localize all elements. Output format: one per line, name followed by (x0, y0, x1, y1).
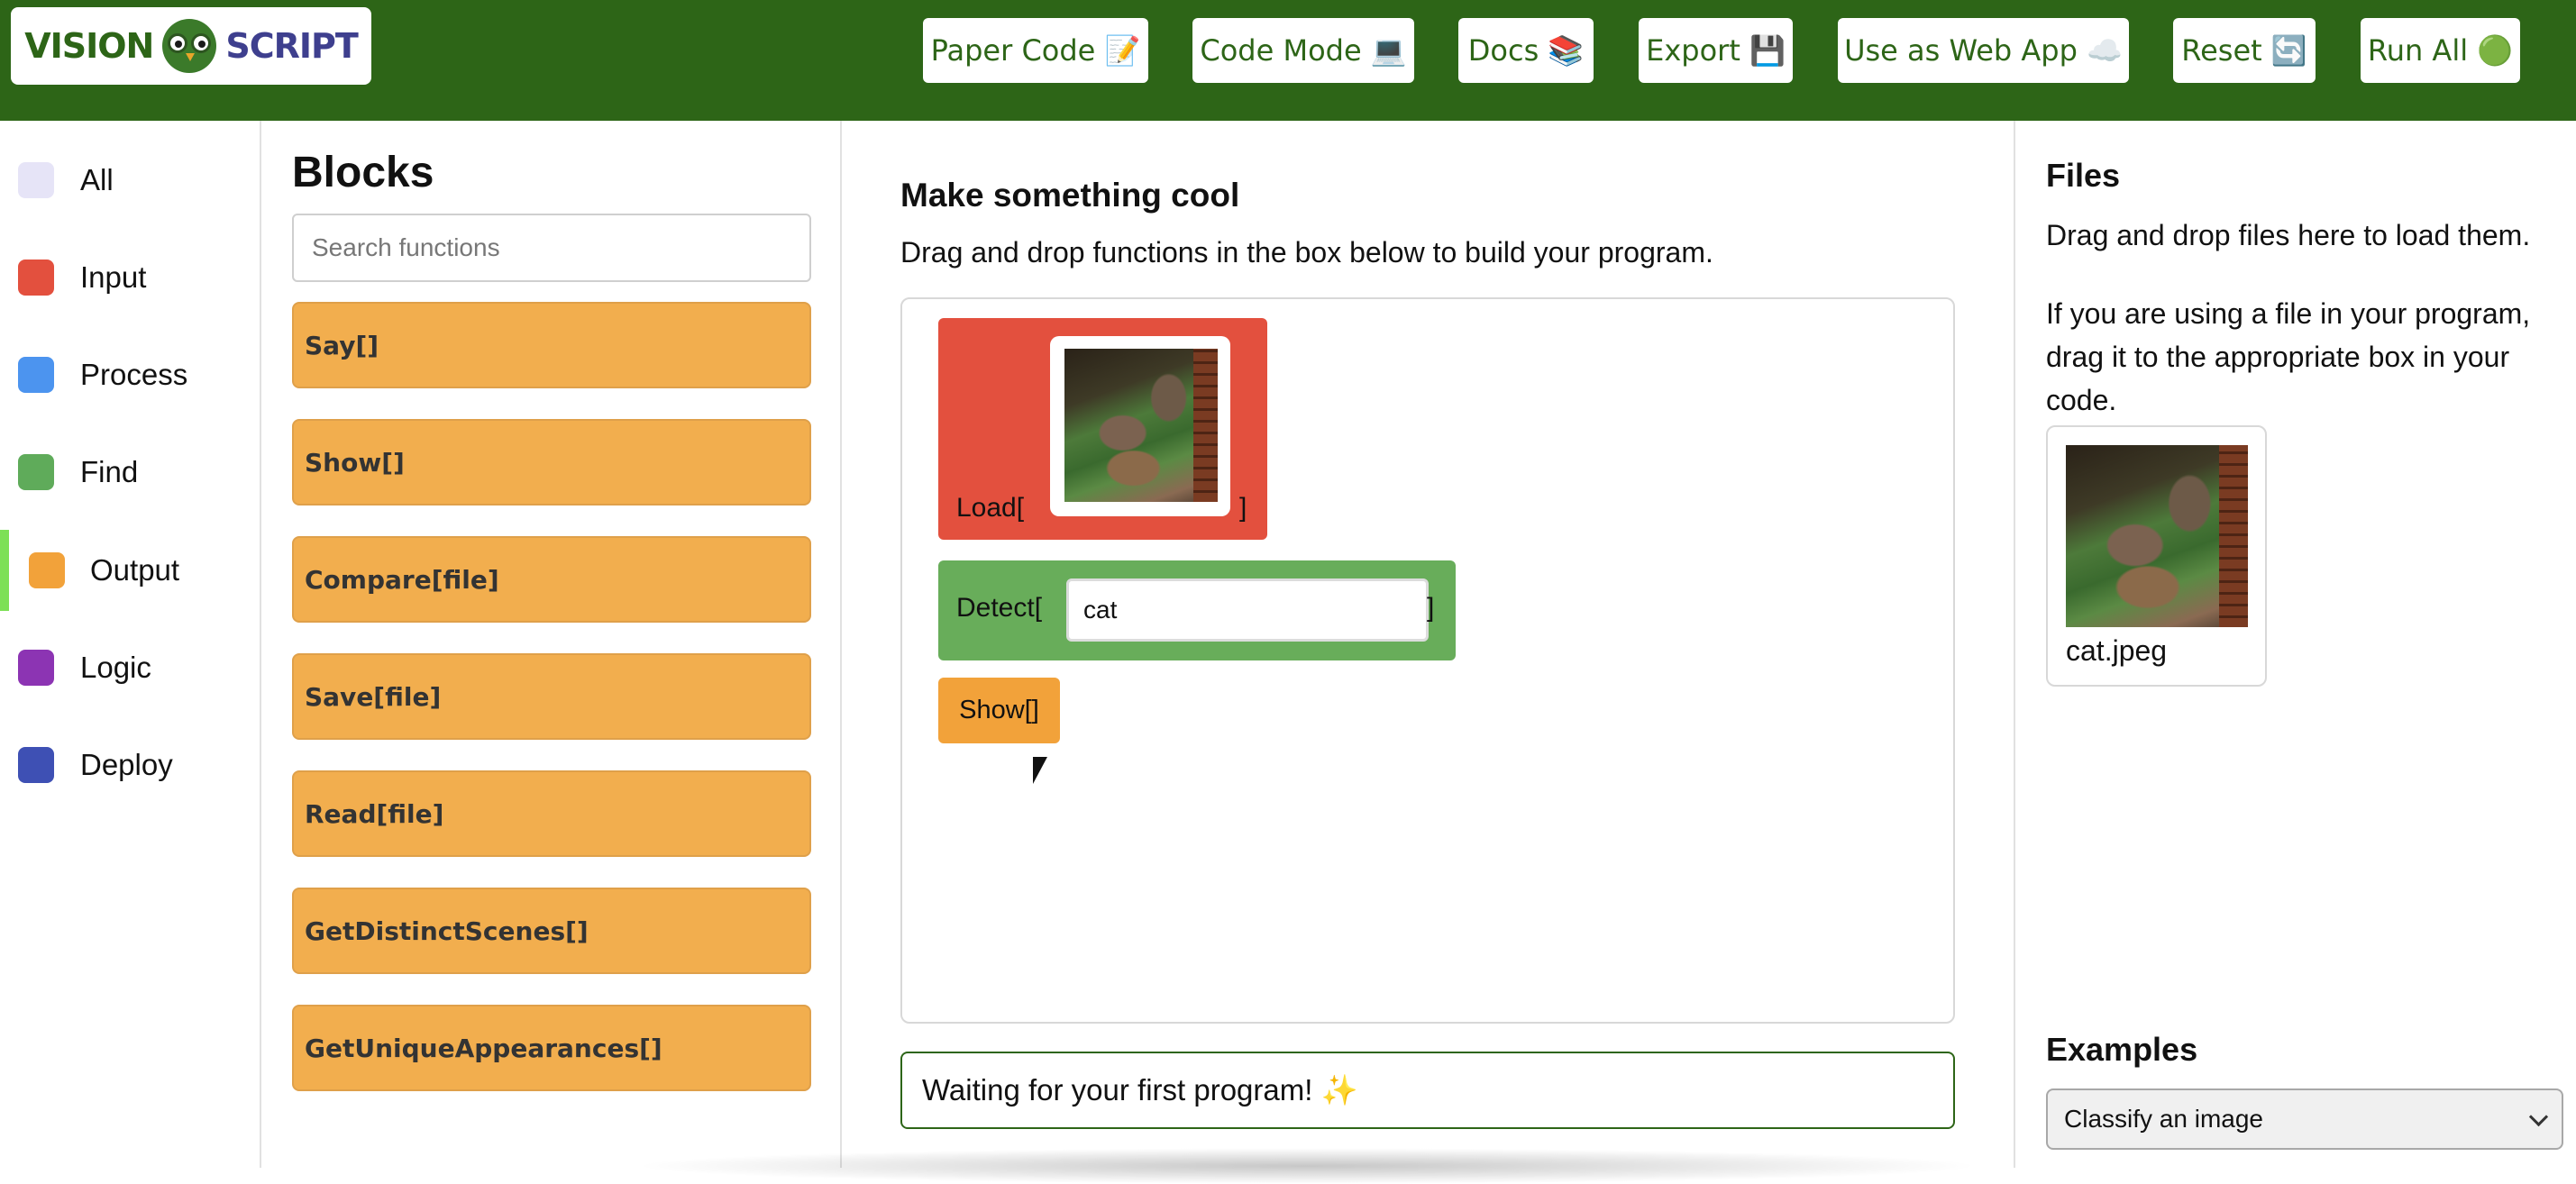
blocks-panel: Blocks Say[] Show[] Compare[file] Save[f… (261, 121, 842, 1168)
code-mode-button[interactable]: Code Mode 💻 (1192, 18, 1414, 83)
blocks-title: Blocks (292, 149, 434, 196)
detect-block-suffix: ] (1427, 593, 1435, 623)
load-block-prefix: Load[ (956, 493, 1025, 523)
examples-title: Examples (2046, 1031, 2198, 1068)
files-usage-hint: If you are using a file in your program,… (2046, 297, 2531, 416)
use-as-web-app-button[interactable]: Use as Web App ☁️ (1838, 18, 2129, 83)
load-block[interactable]: Load[ ] (938, 318, 1267, 540)
owl-icon (162, 19, 217, 73)
logo[interactable]: VISION SCRIPT (11, 7, 371, 85)
mouse-cursor-icon (1033, 757, 1047, 784)
top-bar: VISION SCRIPT Paper Code 📝 Code Mode 💻 D… (0, 0, 2576, 121)
export-button[interactable]: Export 💾 (1639, 18, 1793, 83)
block-get-unique-appearances[interactable]: GetUniqueAppearances[] (292, 1005, 811, 1091)
examples-select[interactable]: Classify an image (2046, 1088, 2563, 1150)
category-logic-swatch (18, 650, 54, 686)
cat-image-thumbnail (1064, 349, 1218, 502)
chevron-down-icon (2528, 1107, 2549, 1126)
block-say[interactable]: Say[] (292, 302, 811, 388)
category-all[interactable]: All (0, 140, 260, 221)
category-find-swatch (18, 454, 54, 490)
category-deploy-swatch (18, 747, 54, 783)
file-name: cat.jpeg (2066, 634, 2168, 667)
category-output[interactable]: Output (0, 530, 260, 611)
category-input-label: Input (80, 260, 147, 294)
category-process-label: Process (80, 358, 188, 391)
category-find-label: Find (80, 455, 139, 488)
detect-block-prefix: Detect[ (956, 593, 1043, 623)
block-read[interactable]: Read[file] (292, 770, 811, 857)
load-file-slot[interactable] (1050, 336, 1230, 516)
block-get-distinct-scenes[interactable]: GetDistinctScenes[] (292, 888, 811, 974)
block-show[interactable]: Show[] (292, 419, 811, 505)
category-input[interactable]: Input (0, 237, 260, 318)
cat-file-thumbnail (2066, 445, 2248, 627)
category-all-label: All (80, 163, 114, 196)
file-card[interactable]: cat.jpeg (2046, 425, 2267, 687)
files-panel: Files Drag and drop files here to load t… (2014, 121, 2576, 1168)
block-compare[interactable]: Compare[file] (292, 536, 811, 623)
run-all-button[interactable]: Run All 🟢 (2361, 18, 2520, 83)
category-process-swatch (18, 357, 54, 393)
category-all-swatch (18, 162, 54, 198)
category-process[interactable]: Process (0, 334, 260, 415)
category-find[interactable]: Find (0, 432, 260, 513)
detect-block[interactable]: Detect[ ] (938, 560, 1456, 660)
files-title: Files (2046, 157, 2121, 194)
status-output: Waiting for your first program! ✨ (900, 1052, 1955, 1129)
block-save[interactable]: Save[file] (292, 653, 811, 740)
category-deploy[interactable]: Deploy (0, 724, 260, 806)
logo-text-script: SCRIPT (225, 26, 358, 66)
show-block[interactable]: Show[] (938, 678, 1060, 743)
category-deploy-label: Deploy (80, 748, 173, 781)
detect-query-input[interactable] (1066, 578, 1429, 642)
examples-selected-value: Classify an image (2064, 1105, 2263, 1133)
reset-button[interactable]: Reset 🔄 (2173, 18, 2316, 83)
main-title: Make something cool (900, 177, 1240, 214)
load-block-suffix: ] (1239, 493, 1247, 523)
category-output-label: Output (90, 553, 180, 587)
category-logic-label: Logic (80, 651, 151, 684)
docs-button[interactable]: Docs 📚 (1458, 18, 1594, 83)
logo-text-vision: VISION (24, 26, 154, 66)
category-input-swatch (18, 260, 54, 296)
paper-code-button[interactable]: Paper Code 📝 (923, 18, 1148, 83)
search-functions-input[interactable] (292, 214, 811, 282)
main-subtitle: Drag and drop functions in the box below… (900, 236, 1713, 269)
category-logic[interactable]: Logic (0, 627, 260, 708)
files-drop-hint: Drag and drop files here to load them. (2046, 219, 2531, 251)
bottom-shadow (631, 1148, 1983, 1184)
category-output-swatch (29, 552, 65, 588)
